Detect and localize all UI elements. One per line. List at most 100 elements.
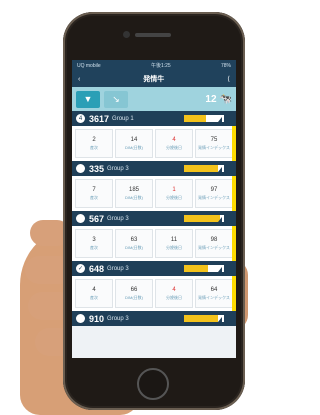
cow-group: Group 3 — [107, 265, 129, 272]
stat-cell: 66 DIM(日数) — [115, 279, 153, 308]
heat-level-marker — [218, 317, 222, 322]
cow-id: 910 — [89, 313, 105, 324]
filter-toolbar: ▼ ↘ 12 🐄 — [72, 87, 236, 111]
stat-cell: 98 発情インデックス — [195, 229, 233, 258]
heat-level-bar — [184, 265, 224, 272]
cow-group: Group 1 — [112, 115, 134, 122]
heat-level-fill — [184, 215, 220, 222]
cow-card-header[interactable]: 910 Group 3 — [72, 311, 236, 326]
stat-label: 産次 — [90, 195, 98, 200]
stat-cell: 185 DIM(日数) — [115, 179, 153, 208]
cow-icon: 🐄 — [219, 93, 232, 105]
heat-level-bar — [184, 165, 224, 172]
stat-cell: 3 産次 — [75, 229, 113, 258]
stat-label: 産次 — [90, 295, 98, 300]
cow-group: Group 3 — [107, 165, 129, 172]
circle-number-icon: 4 — [76, 114, 85, 123]
stat-label: DIM(日数) — [125, 145, 143, 150]
earpiece-speaker — [135, 33, 171, 37]
stat-cell: 2 産次 — [75, 129, 113, 158]
cow-stats-row: 7 産次 185 DIM(日数) 1 分娩後日 97 発情インデックス — [72, 176, 236, 211]
cow-card-header[interactable]: ✓ 648 Group 3 — [72, 261, 236, 276]
stat-label: 発情インデックス — [198, 245, 230, 250]
stat-value: 98 — [210, 237, 218, 243]
cow-stats-row: 3 産次 63 DIM(日数) 11 分娩後日 98 発情インデックス — [72, 226, 236, 261]
heat-level-fill — [184, 115, 206, 122]
cow-id: 3617 — [89, 113, 110, 124]
cow-stats-row: 4 産次 66 DIM(日数) 4 分娩後日 64 発情インデックス — [72, 276, 236, 311]
heat-level-fill — [184, 315, 218, 322]
status-strip — [232, 276, 236, 311]
stat-label: DIM(日数) — [125, 295, 143, 300]
front-camera — [123, 31, 130, 38]
stat-label: 分娩後日 — [166, 195, 182, 200]
stat-label: 発情インデックス — [198, 145, 230, 150]
stat-label: 産次 — [90, 245, 98, 250]
status-bar: UQ mobile 午後1:25 78% — [72, 60, 236, 71]
stat-value: 14 — [130, 137, 138, 143]
stat-cell: 4 分娩後日 — [155, 129, 193, 158]
sort-icon[interactable]: ↘ — [104, 90, 128, 108]
heat-level-bar — [184, 215, 224, 222]
stat-value: 3 — [92, 237, 96, 243]
circle-icon — [76, 164, 85, 173]
heat-level-marker — [218, 167, 222, 172]
circle-icon — [76, 314, 85, 323]
stat-cell: 63 DIM(日数) — [115, 229, 153, 258]
stat-cell: 4 分娩後日 — [155, 279, 193, 308]
phone: UQ mobile 午後1:25 78% ‹ 発情牛 ⟨ ▼ ↘ 12 🐄 43… — [63, 12, 245, 410]
circle-icon — [76, 214, 85, 223]
stat-cell: 75 発情インデックス — [195, 129, 233, 158]
check-circle-icon: ✓ — [76, 264, 85, 273]
stat-label: 分娩後日 — [166, 145, 182, 150]
cow-card-header[interactable]: 335 Group 3 — [72, 161, 236, 176]
stat-value: 1 — [172, 187, 176, 193]
stat-label: 産次 — [90, 145, 98, 150]
stat-value: 75 — [210, 137, 218, 143]
share-icon[interactable]: ⟨ — [227, 75, 230, 83]
stat-value: 64 — [210, 287, 218, 293]
stat-cell: 97 発情インデックス — [195, 179, 233, 208]
stat-label: 分娩後日 — [166, 295, 182, 300]
heat-level-fill — [184, 165, 218, 172]
stat-value: 7 — [92, 187, 96, 193]
back-icon[interactable]: ‹ — [78, 76, 80, 83]
heat-level-marker — [218, 267, 222, 272]
carrier-label: UQ mobile — [77, 62, 101, 69]
cow-id: 335 — [89, 163, 105, 174]
cow-id: 567 — [89, 213, 105, 224]
phone-screen: UQ mobile 午後1:25 78% ‹ 発情牛 ⟨ ▼ ↘ 12 🐄 43… — [72, 60, 236, 358]
heat-level-marker — [218, 217, 222, 222]
filter-icon[interactable]: ▼ — [76, 90, 100, 108]
cow-id: 648 — [89, 263, 105, 274]
status-strip — [232, 226, 236, 261]
heat-level-bar — [184, 315, 224, 322]
stat-cell: 64 発情インデックス — [195, 279, 233, 308]
stat-label: DIM(日数) — [125, 195, 143, 200]
heat-level-marker — [218, 117, 222, 122]
home-button[interactable] — [137, 368, 169, 400]
cow-group: Group 3 — [107, 215, 129, 222]
cow-stats-row: 2 産次 14 DIM(日数) 4 分娩後日 75 発情インデックス — [72, 126, 236, 161]
stat-value: 2 — [92, 137, 96, 143]
stat-value: 4 — [92, 287, 96, 293]
status-strip — [232, 126, 236, 161]
stat-label: DIM(日数) — [125, 245, 143, 250]
cow-list: 4 3617 Group 1 2 産次 14 DIM(日数) 4 分娩後日 75 発情インデックス 3… — [72, 111, 236, 326]
stat-cell: 7 産次 — [75, 179, 113, 208]
battery-label: 78% — [220, 62, 231, 69]
stat-value: 4 — [172, 287, 176, 293]
cow-card-header[interactable]: 4 3617 Group 1 — [72, 111, 236, 126]
stat-cell: 4 産次 — [75, 279, 113, 308]
heat-level-fill — [184, 265, 208, 272]
stat-cell: 14 DIM(日数) — [115, 129, 153, 158]
cow-count: 12 🐄 — [205, 94, 232, 105]
stat-label: 分娩後日 — [166, 245, 182, 250]
stat-value: 11 — [170, 237, 178, 243]
status-strip — [232, 176, 236, 211]
stat-cell: 1 分娩後日 — [155, 179, 193, 208]
stat-label: 発情インデックス — [198, 295, 230, 300]
cow-card-header[interactable]: 567 Group 3 — [72, 211, 236, 226]
stat-value: 63 — [130, 237, 138, 243]
stat-cell: 11 分娩後日 — [155, 229, 193, 258]
